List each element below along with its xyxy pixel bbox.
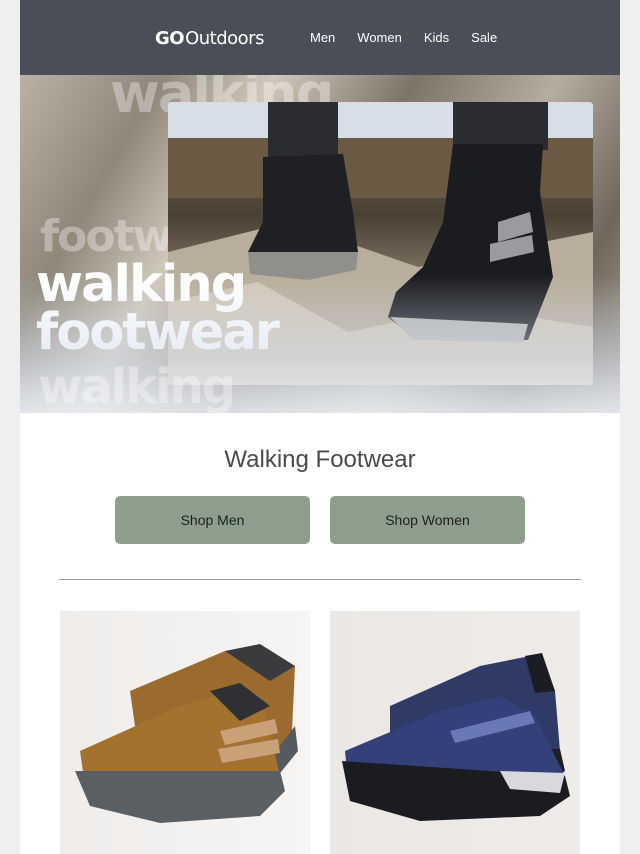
- header-bar: GO Outdoors Men Women Kids Sale: [20, 0, 620, 75]
- hero-ghost-text-bottom: walking: [38, 359, 236, 413]
- hero-ghost-text-mid: footw: [40, 211, 173, 262]
- logo-go: GO: [155, 27, 185, 49]
- hiking-shoe-navy-icon: [342, 653, 570, 821]
- shop-women-button[interactable]: Shop Women: [330, 496, 525, 544]
- logo-outdoors: Outdoors: [185, 27, 264, 49]
- divider: [59, 579, 581, 580]
- product-card-tan-shoes[interactable]: [60, 611, 310, 854]
- go-outdoors-logo[interactable]: GO Outdoors: [155, 24, 264, 52]
- hiking-shoe-tan-icon: [75, 644, 298, 823]
- nav-kids[interactable]: Kids: [424, 28, 449, 48]
- main-nav: Men Women Kids Sale: [310, 28, 519, 48]
- nav-sale[interactable]: Sale: [471, 28, 497, 48]
- nav-men[interactable]: Men: [310, 28, 335, 48]
- email-page: GO Outdoors Men Women Kids Sale walking …: [20, 0, 620, 854]
- product-card-navy-shoes[interactable]: [330, 611, 580, 854]
- section-title: Walking Footwear: [224, 446, 416, 473]
- hero-banner[interactable]: walking footw walking: [20, 75, 620, 413]
- shop-men-button[interactable]: Shop Men: [115, 496, 310, 544]
- nav-women[interactable]: Women: [357, 28, 402, 48]
